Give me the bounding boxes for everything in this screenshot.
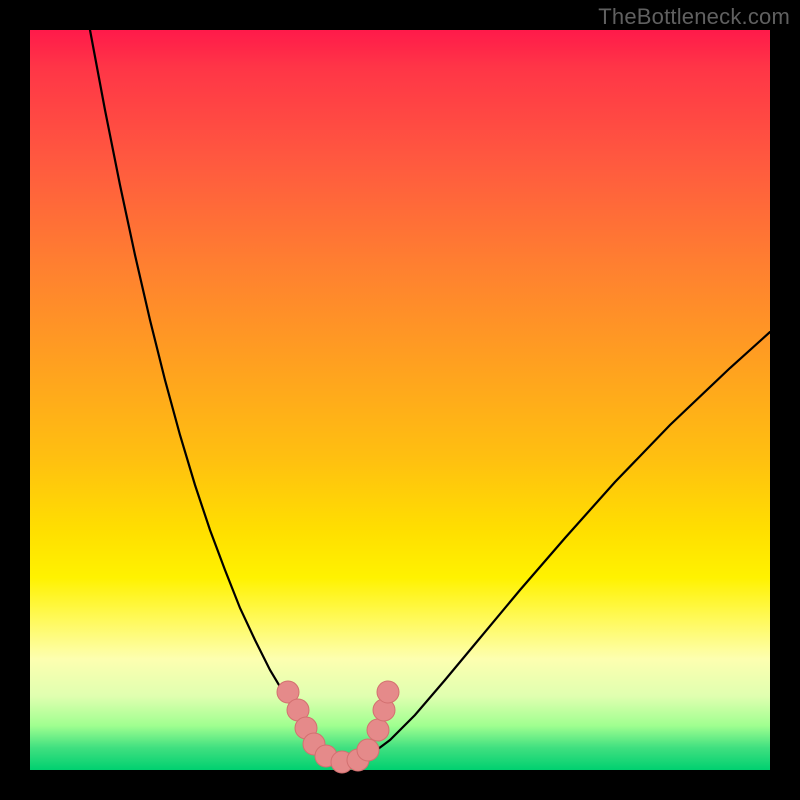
data-marker [377, 681, 399, 703]
right-curve [370, 332, 770, 755]
watermark-text: TheBottleneck.com [598, 4, 790, 30]
left-curve [90, 30, 320, 755]
data-marker [367, 719, 389, 741]
chart-overlay [30, 30, 770, 770]
data-marker [357, 739, 379, 761]
data-markers [277, 681, 399, 773]
